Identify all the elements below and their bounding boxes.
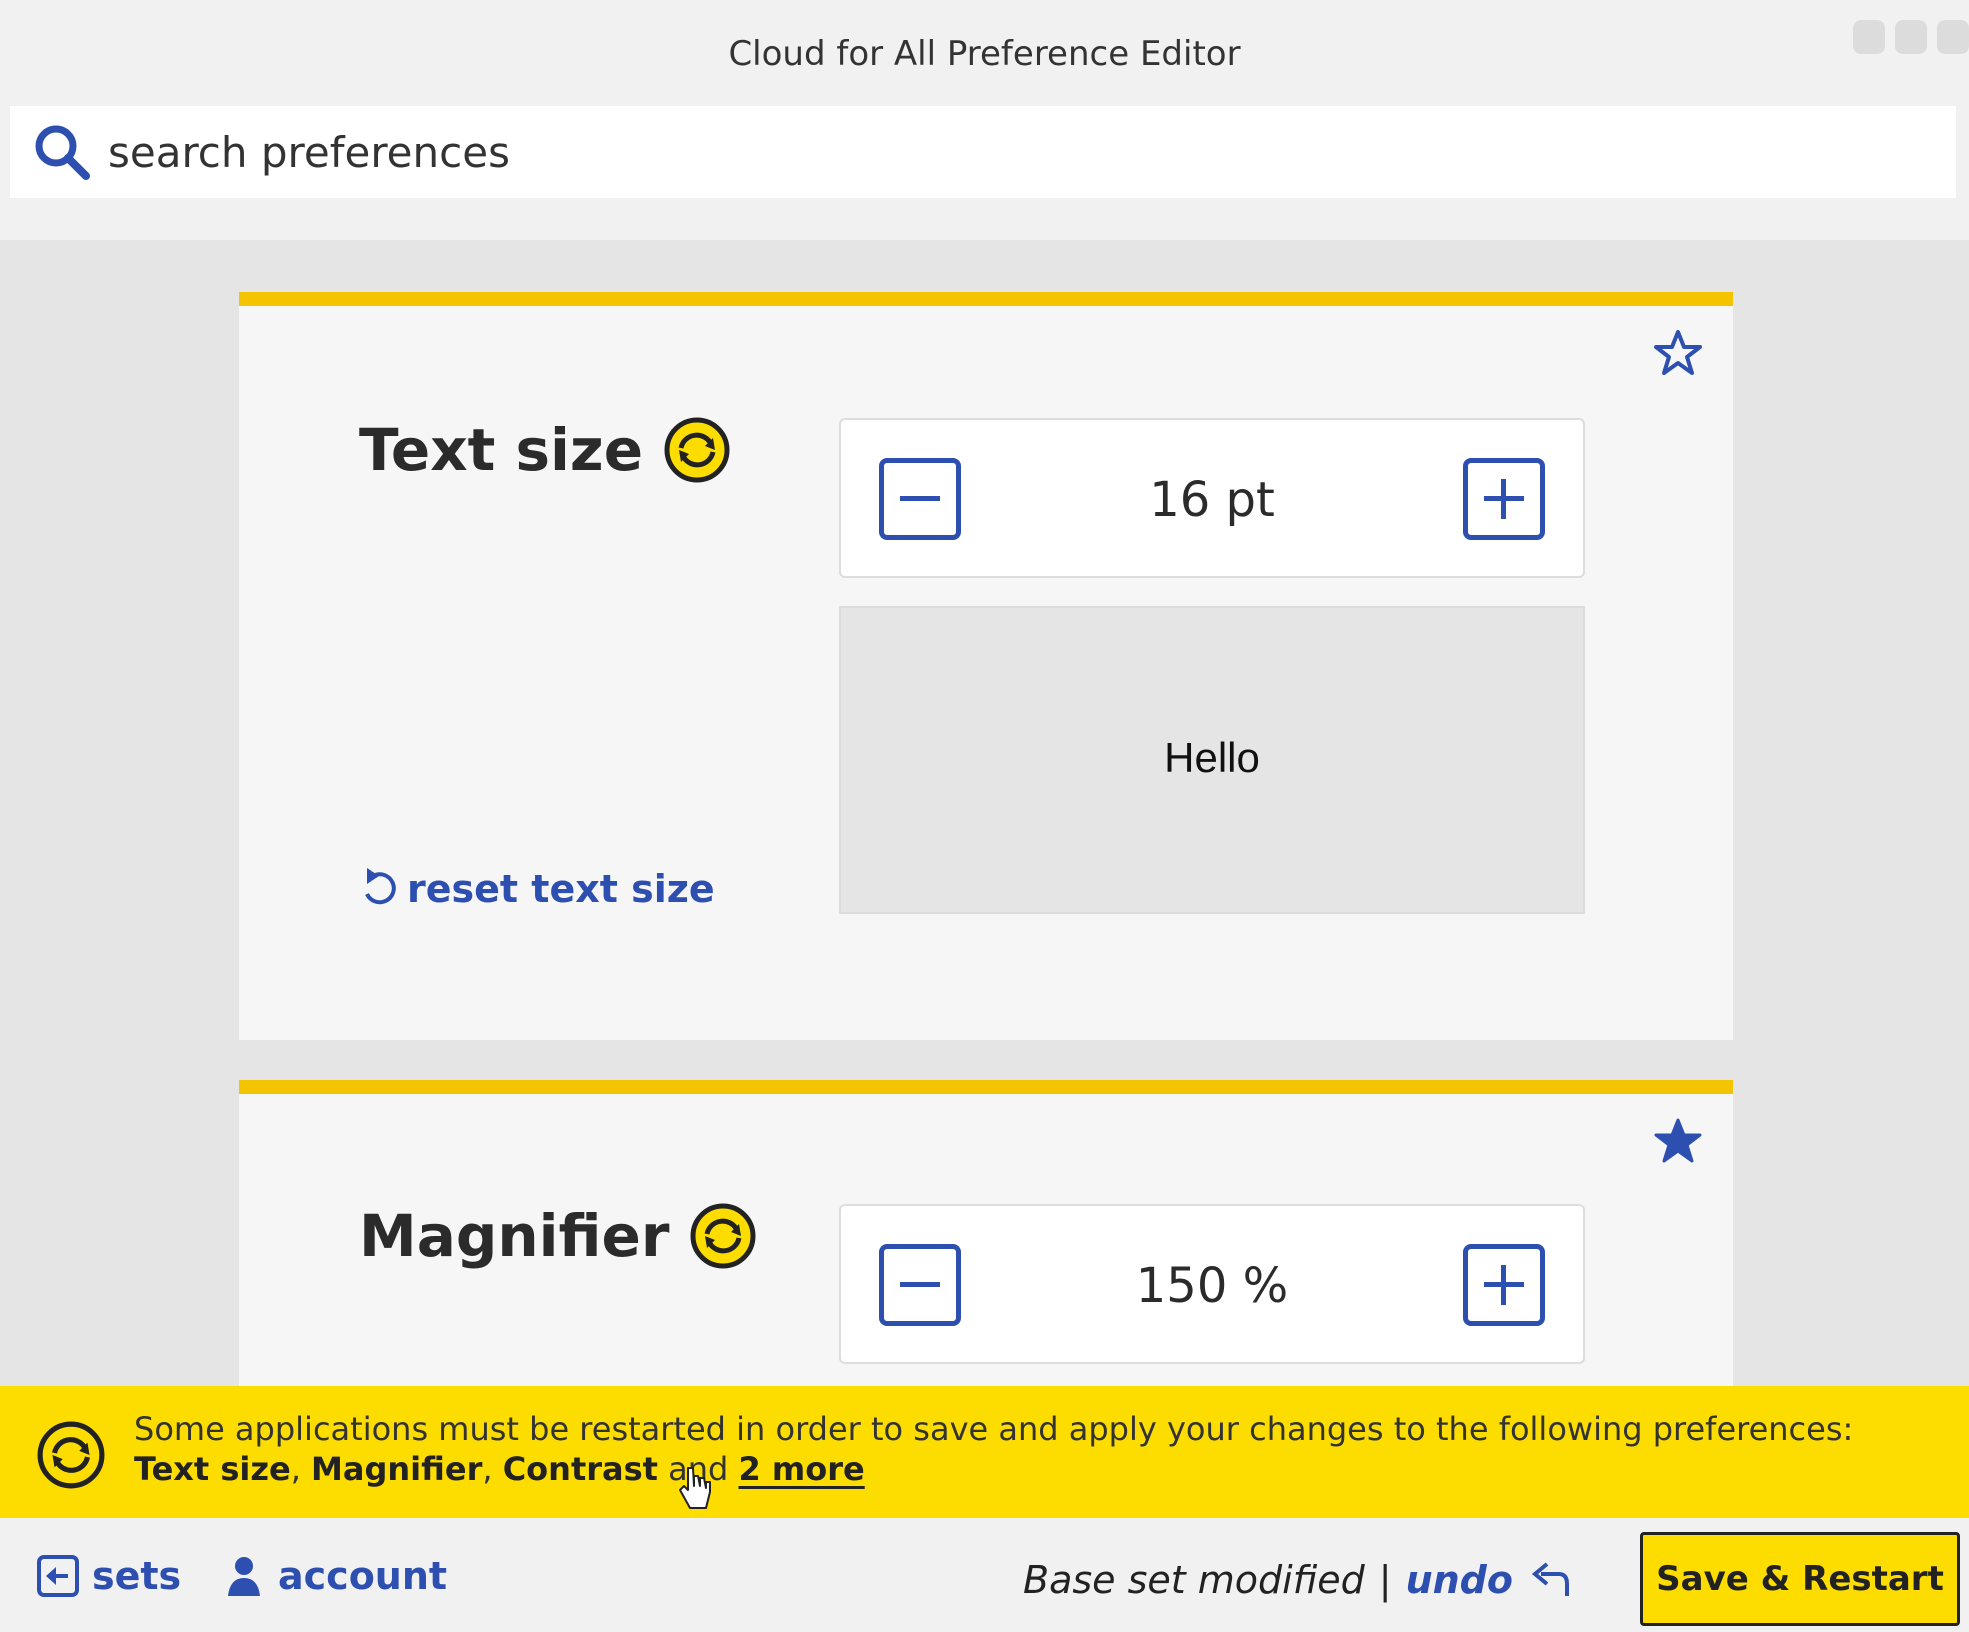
card-title-text: Text size	[359, 416, 644, 484]
status-area: Base set modified | undo	[1023, 1558, 1571, 1602]
restart-banner: Some applications must be restarted in o…	[0, 1386, 1969, 1518]
restart-required-icon	[690, 1203, 756, 1269]
banner-message: Some applications must be restarted in o…	[134, 1410, 1854, 1448]
search-input[interactable]	[108, 127, 1808, 177]
star-filled-icon[interactable]	[1653, 1116, 1703, 1166]
search-icon[interactable]	[30, 120, 94, 184]
star-outline-icon[interactable]	[1653, 328, 1703, 378]
card-title: Magnifier	[359, 1202, 757, 1270]
more-link[interactable]: 2 more	[739, 1450, 865, 1488]
text-size-card: Text size 16 pt Hello reset text size	[239, 292, 1733, 1040]
search-bar	[10, 106, 1956, 198]
banner-preferences: Text size, Magnifier, Contrast and 2 mor…	[134, 1450, 865, 1488]
close-button[interactable]	[1937, 20, 1969, 54]
reset-link[interactable]: reset text size	[359, 866, 715, 912]
text-size-stepper: 16 pt	[839, 418, 1585, 578]
banner-separator: ,	[482, 1450, 493, 1488]
undo-link[interactable]: undo	[1406, 1558, 1513, 1602]
status-text: Base set modified	[1023, 1558, 1365, 1602]
account-link[interactable]: account	[222, 1554, 447, 1598]
undo-icon[interactable]	[1527, 1560, 1571, 1600]
magnifier-stepper: 150 %	[839, 1204, 1585, 1364]
footer-bar: sets account Base set modified | undo Sa…	[0, 1518, 1969, 1632]
user-icon	[228, 1557, 260, 1596]
account-label: account	[278, 1554, 448, 1598]
reset-icon	[365, 868, 396, 905]
preferences-list: Text size 16 pt Hello reset text size Ma…	[0, 240, 1969, 1386]
banner-pref: Contrast	[502, 1450, 658, 1488]
text-preview: Hello	[839, 606, 1585, 914]
save-restart-button[interactable]: Save & Restart	[1640, 1532, 1960, 1626]
window-controls	[1853, 20, 1969, 54]
hand-cursor-icon	[679, 1467, 711, 1509]
sets-label: sets	[92, 1554, 182, 1598]
banner-separator: ,	[290, 1450, 301, 1488]
banner-pref: Magnifier	[311, 1450, 483, 1488]
status-divider: |	[1378, 1558, 1392, 1602]
sets-icon	[37, 1555, 79, 1597]
increase-button[interactable]	[1463, 1244, 1545, 1326]
magnifier-card: Magnifier 150 %	[239, 1080, 1733, 1386]
restart-required-icon	[664, 417, 730, 483]
increase-button[interactable]	[1463, 458, 1545, 540]
card-title: Text size	[359, 416, 731, 484]
sets-link[interactable]: sets	[36, 1554, 181, 1598]
restart-required-icon	[37, 1421, 105, 1489]
maximize-button[interactable]	[1895, 20, 1927, 54]
card-title-text: Magnifier	[359, 1202, 670, 1270]
reset-label: reset text size	[407, 867, 715, 911]
minimize-button[interactable]	[1853, 20, 1885, 54]
window-title: Cloud for All Preference Editor	[728, 34, 1241, 74]
banner-pref: Text size	[134, 1450, 291, 1488]
